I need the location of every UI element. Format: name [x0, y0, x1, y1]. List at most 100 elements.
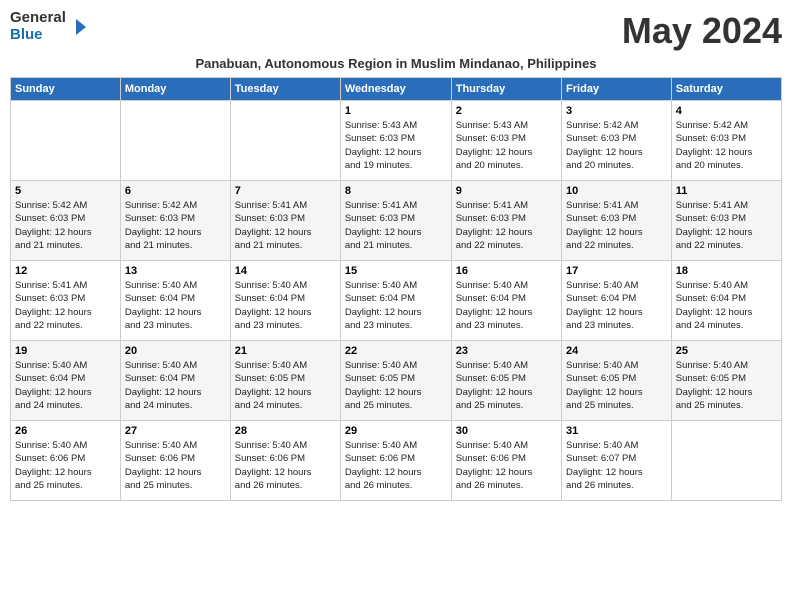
day-info: Sunrise: 5:41 AMSunset: 6:03 PMDaylight:…: [345, 199, 447, 252]
day-info: Sunrise: 5:41 AMSunset: 6:03 PMDaylight:…: [235, 199, 336, 252]
day-number: 12: [15, 265, 116, 277]
calendar-cell: 22 Sunrise: 5:40 AMSunset: 6:05 PMDayligh…: [340, 341, 451, 421]
calendar-cell: 12 Sunrise: 5:41 AMSunset: 6:03 PMDayligh…: [11, 261, 121, 341]
day-info: Sunrise: 5:40 AMSunset: 6:05 PMDaylight:…: [345, 359, 447, 412]
day-number: 27: [125, 425, 226, 437]
calendar-cell: 17 Sunrise: 5:40 AMSunset: 6:04 PMDayligh…: [562, 261, 672, 341]
header-friday: Friday: [562, 78, 672, 101]
day-info: Sunrise: 5:40 AMSunset: 6:05 PMDaylight:…: [235, 359, 336, 412]
day-info: Sunrise: 5:42 AMSunset: 6:03 PMDaylight:…: [15, 199, 116, 252]
day-info: Sunrise: 5:41 AMSunset: 6:03 PMDaylight:…: [15, 279, 116, 332]
calendar-header-row: SundayMondayTuesdayWednesdayThursdayFrid…: [11, 78, 782, 101]
header-monday: Monday: [120, 78, 230, 101]
header-sunday: Sunday: [11, 78, 121, 101]
day-number: 10: [566, 185, 667, 197]
day-number: 29: [345, 425, 447, 437]
calendar-cell: 9 Sunrise: 5:41 AMSunset: 6:03 PMDaylight…: [451, 181, 561, 261]
day-number: 17: [566, 265, 667, 277]
calendar-week-4: 19 Sunrise: 5:40 AMSunset: 6:04 PMDayligh…: [11, 341, 782, 421]
day-number: 20: [125, 345, 226, 357]
header-wednesday: Wednesday: [340, 78, 451, 101]
page-header: General Blue May 2024: [10, 10, 782, 52]
month-title: May 2024: [622, 10, 782, 52]
day-info: Sunrise: 5:40 AMSunset: 6:05 PMDaylight:…: [676, 359, 777, 412]
day-number: 18: [676, 265, 777, 277]
day-info: Sunrise: 5:40 AMSunset: 6:05 PMDaylight:…: [456, 359, 557, 412]
calendar-cell: 14 Sunrise: 5:40 AMSunset: 6:04 PMDayligh…: [230, 261, 340, 341]
calendar-cell: 28 Sunrise: 5:40 AMSunset: 6:06 PMDayligh…: [230, 421, 340, 501]
day-info: Sunrise: 5:42 AMSunset: 6:03 PMDaylight:…: [125, 199, 226, 252]
day-number: 9: [456, 185, 557, 197]
calendar-cell: 10Sunrise: 5:41 AMSunset: 6:03 PMDayligh…: [562, 181, 672, 261]
calendar-cell: 5 Sunrise: 5:42 AMSunset: 6:03 PMDaylight…: [11, 181, 121, 261]
day-number: 3: [566, 105, 667, 117]
logo: General Blue: [10, 10, 88, 43]
logo-general: General: [10, 10, 66, 27]
calendar-cell: 19Sunrise: 5:40 AMSunset: 6:04 PMDayligh…: [11, 341, 121, 421]
calendar-cell: 27 Sunrise: 5:40 AMSunset: 6:06 PMDayligh…: [120, 421, 230, 501]
day-info: Sunrise: 5:40 AMSunset: 6:06 PMDaylight:…: [235, 439, 336, 492]
calendar-table: SundayMondayTuesdayWednesdayThursdayFrid…: [10, 77, 782, 501]
day-info: Sunrise: 5:40 AMSunset: 6:07 PMDaylight:…: [566, 439, 667, 492]
calendar-cell: 23Sunrise: 5:40 AMSunset: 6:05 PMDayligh…: [451, 341, 561, 421]
day-number: 28: [235, 425, 336, 437]
day-info: Sunrise: 5:40 AMSunset: 6:04 PMDaylight:…: [125, 359, 226, 412]
day-number: 22: [345, 345, 447, 357]
calendar-week-5: 26Sunrise: 5:40 AMSunset: 6:06 PMDayligh…: [11, 421, 782, 501]
calendar-cell: 29Sunrise: 5:40 AMSunset: 6:06 PMDayligh…: [340, 421, 451, 501]
day-info: Sunrise: 5:42 AMSunset: 6:03 PMDaylight:…: [566, 119, 667, 172]
day-number: 14: [235, 265, 336, 277]
day-number: 19: [15, 345, 116, 357]
page-subtitle: Panabuan, Autonomous Region in Muslim Mi…: [10, 56, 782, 71]
day-number: 4: [676, 105, 777, 117]
calendar-cell: 25 Sunrise: 5:40 AMSunset: 6:05 PMDayligh…: [671, 341, 781, 421]
calendar-cell: 6 Sunrise: 5:42 AMSunset: 6:03 PMDaylight…: [120, 181, 230, 261]
day-info: Sunrise: 5:40 AMSunset: 6:04 PMDaylight:…: [125, 279, 226, 332]
calendar-cell: [11, 101, 121, 181]
day-info: Sunrise: 5:40 AMSunset: 6:06 PMDaylight:…: [125, 439, 226, 492]
day-number: 7: [235, 185, 336, 197]
calendar-cell: 15Sunrise: 5:40 AMSunset: 6:04 PMDayligh…: [340, 261, 451, 341]
day-info: Sunrise: 5:40 AMSunset: 6:04 PMDaylight:…: [676, 279, 777, 332]
calendar-cell: 8 Sunrise: 5:41 AMSunset: 6:03 PMDaylight…: [340, 181, 451, 261]
calendar-cell: 7 Sunrise: 5:41 AMSunset: 6:03 PMDaylight…: [230, 181, 340, 261]
day-info: Sunrise: 5:41 AMSunset: 6:03 PMDaylight:…: [676, 199, 777, 252]
logo-icon: [68, 17, 88, 37]
day-info: Sunrise: 5:40 AMSunset: 6:04 PMDaylight:…: [235, 279, 336, 332]
calendar-cell: 26Sunrise: 5:40 AMSunset: 6:06 PMDayligh…: [11, 421, 121, 501]
calendar-week-2: 5 Sunrise: 5:42 AMSunset: 6:03 PMDaylight…: [11, 181, 782, 261]
day-number: 24: [566, 345, 667, 357]
calendar-cell: 24 Sunrise: 5:40 AMSunset: 6:05 PMDayligh…: [562, 341, 672, 421]
header-thursday: Thursday: [451, 78, 561, 101]
day-number: 16: [456, 265, 557, 277]
day-info: Sunrise: 5:41 AMSunset: 6:03 PMDaylight:…: [456, 199, 557, 252]
calendar-cell: 4 Sunrise: 5:42 AMSunset: 6:03 PMDaylight…: [671, 101, 781, 181]
day-number: 1: [345, 105, 447, 117]
header-saturday: Saturday: [671, 78, 781, 101]
day-number: 15: [345, 265, 447, 277]
day-number: 8: [345, 185, 447, 197]
day-number: 25: [676, 345, 777, 357]
header-tuesday: Tuesday: [230, 78, 340, 101]
logo-blue: Blue: [10, 27, 66, 44]
day-number: 21: [235, 345, 336, 357]
calendar-cell: 30Sunrise: 5:40 AMSunset: 6:06 PMDayligh…: [451, 421, 561, 501]
day-info: Sunrise: 5:40 AMSunset: 6:04 PMDaylight:…: [456, 279, 557, 332]
calendar-cell: 13Sunrise: 5:40 AMSunset: 6:04 PMDayligh…: [120, 261, 230, 341]
calendar-cell: [230, 101, 340, 181]
day-info: Sunrise: 5:40 AMSunset: 6:05 PMDaylight:…: [566, 359, 667, 412]
calendar-body: 1 Sunrise: 5:43 AMSunset: 6:03 PMDaylight…: [11, 101, 782, 501]
calendar-cell: 2Sunrise: 5:43 AMSunset: 6:03 PMDaylight…: [451, 101, 561, 181]
calendar-week-3: 12 Sunrise: 5:41 AMSunset: 6:03 PMDayligh…: [11, 261, 782, 341]
calendar-cell: 11Sunrise: 5:41 AMSunset: 6:03 PMDayligh…: [671, 181, 781, 261]
day-info: Sunrise: 5:40 AMSunset: 6:04 PMDaylight:…: [566, 279, 667, 332]
calendar-cell: 18 Sunrise: 5:40 AMSunset: 6:04 PMDayligh…: [671, 261, 781, 341]
day-info: Sunrise: 5:42 AMSunset: 6:03 PMDaylight:…: [676, 119, 777, 172]
day-number: 30: [456, 425, 557, 437]
day-number: 5: [15, 185, 116, 197]
day-info: Sunrise: 5:43 AMSunset: 6:03 PMDaylight:…: [456, 119, 557, 172]
day-number: 6: [125, 185, 226, 197]
calendar-cell: 31Sunrise: 5:40 AMSunset: 6:07 PMDayligh…: [562, 421, 672, 501]
calendar-cell: 20 Sunrise: 5:40 AMSunset: 6:04 PMDayligh…: [120, 341, 230, 421]
calendar-cell: 16 Sunrise: 5:40 AMSunset: 6:04 PMDayligh…: [451, 261, 561, 341]
